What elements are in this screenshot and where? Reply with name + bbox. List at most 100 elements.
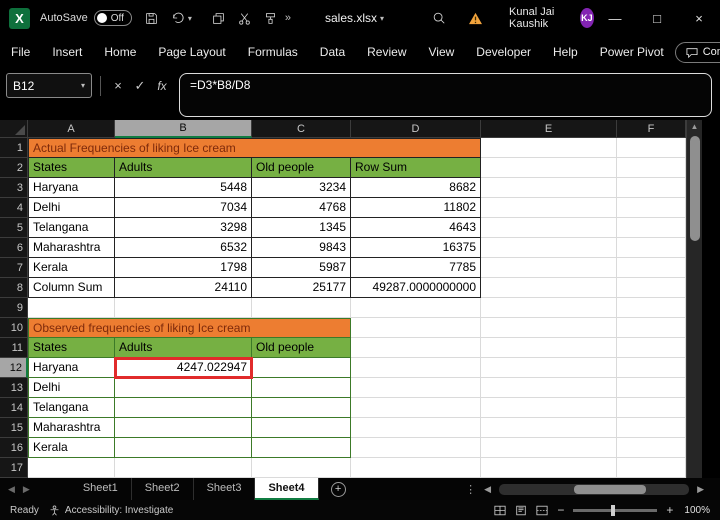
cell-E15[interactable] [481,418,617,438]
zoom-slider-thumb[interactable] [611,504,616,516]
menu-tab-view[interactable]: View [418,37,466,67]
cell-E14[interactable] [481,398,617,418]
cell-F16[interactable] [617,438,686,458]
menu-tab-page-layout[interactable]: Page Layout [147,37,236,67]
zoom-slider[interactable] [573,504,658,516]
menu-tab-developer[interactable]: Developer [465,37,542,67]
cell-E1[interactable] [481,138,617,158]
prev-sheet-icon[interactable]: ◀ [8,484,15,495]
cell-C12[interactable] [252,358,351,378]
cell-A2[interactable]: States [28,158,115,178]
cell-D10[interactable] [351,318,481,338]
cell-C9[interactable] [252,298,351,318]
row-header-5[interactable]: 5 [0,218,28,238]
row-header-15[interactable]: 15 [0,418,28,438]
row-header-12[interactable]: 12 [0,358,28,378]
cell-F6[interactable] [617,238,686,258]
new-sheet-button[interactable]: + [330,481,346,497]
cell-F14[interactable] [617,398,686,418]
copy-icon[interactable] [212,12,225,25]
cell-D8[interactable]: 49287.0000000000 [351,278,481,298]
cut-icon[interactable] [238,12,251,25]
sheet-tab-sheet3[interactable]: Sheet3 [194,478,256,500]
cell-C11[interactable]: Old people [252,338,351,358]
cell-B17[interactable] [115,458,252,478]
minimize-button[interactable]: — [594,0,636,36]
menu-tab-formulas[interactable]: Formulas [237,37,309,67]
column-header-D[interactable]: D [351,120,481,138]
cell-A1[interactable]: Actual Frequencies of liking Ice cream [28,138,481,158]
cell-A5[interactable]: Telangana [28,218,115,238]
zoom-level[interactable]: 100% [684,505,710,516]
cell-D17[interactable] [351,458,481,478]
cell-E2[interactable] [481,158,617,178]
search-icon[interactable] [432,11,446,25]
cell-E8[interactable] [481,278,617,298]
cell-D11[interactable] [351,338,481,358]
column-header-F[interactable]: F [617,120,686,138]
cell-D12[interactable] [351,358,481,378]
row-header-13[interactable]: 13 [0,378,28,398]
cell-D15[interactable] [351,418,481,438]
cell-F12[interactable] [617,358,686,378]
cell-E17[interactable] [481,458,617,478]
cell-E11[interactable] [481,338,617,358]
comments-button[interactable]: Comments [674,41,720,63]
warning-icon[interactable] [468,12,483,25]
cell-C6[interactable]: 9843 [252,238,351,258]
cell-F8[interactable] [617,278,686,298]
cell-F17[interactable] [617,458,686,478]
cell-E12[interactable] [481,358,617,378]
cancel-button[interactable]: × [107,73,129,98]
cell-A11[interactable]: States [28,338,115,358]
cell-A4[interactable]: Delhi [28,198,115,218]
cell-A15[interactable]: Maharashtra [28,418,115,438]
cell-C16[interactable] [252,438,351,458]
normal-view-icon[interactable] [494,505,506,516]
cell-C4[interactable]: 4768 [252,198,351,218]
cell-C8[interactable]: 25177 [252,278,351,298]
cell-A9[interactable] [28,298,115,318]
select-all-corner[interactable] [0,120,28,138]
save-icon[interactable] [145,12,158,25]
cell-E4[interactable] [481,198,617,218]
cell-A14[interactable]: Telangana [28,398,115,418]
cell-F11[interactable] [617,338,686,358]
column-header-E[interactable]: E [481,120,617,138]
cell-F10[interactable] [617,318,686,338]
cell-F9[interactable] [617,298,686,318]
cell-C2[interactable]: Old people [252,158,351,178]
cell-C17[interactable] [252,458,351,478]
cell-A3[interactable]: Haryana [28,178,115,198]
horizontal-scroll-thumb[interactable] [574,484,647,494]
menu-tab-data[interactable]: Data [309,37,356,67]
cell-B9[interactable] [115,298,252,318]
row-header-17[interactable]: 17 [0,458,28,478]
row-header-7[interactable]: 7 [0,258,28,278]
cell-A6[interactable]: Maharashtra [28,238,115,258]
cell-F3[interactable] [617,178,686,198]
formula-input[interactable]: =D3*B8/D8 [179,73,712,117]
cell-D6[interactable]: 16375 [351,238,481,258]
row-header-8[interactable]: 8 [0,278,28,298]
format-painter-icon[interactable] [264,12,277,25]
cell-D16[interactable] [351,438,481,458]
cell-B6[interactable]: 6532 [115,238,252,258]
cell-E6[interactable] [481,238,617,258]
cell-B12[interactable]: 4247.022947 [114,357,253,379]
cell-F5[interactable] [617,218,686,238]
cell-A10[interactable]: Observed frequencies of liking Ice cream [28,318,351,338]
scroll-up-icon[interactable]: ▲ [691,120,699,134]
cell-E3[interactable] [481,178,617,198]
cell-A16[interactable]: Kerala [28,438,115,458]
zoom-in-button[interactable]: + [666,503,673,517]
cell-D2[interactable]: Row Sum [351,158,481,178]
cell-C15[interactable] [252,418,351,438]
horizontal-scrollbar[interactable] [499,483,690,495]
cell-B14[interactable] [115,398,252,418]
undo-icon[interactable]: ▾ [171,12,192,24]
cell-A13[interactable]: Delhi [28,378,115,398]
menu-tab-help[interactable]: Help [542,37,589,67]
cell-B11[interactable]: Adults [115,338,252,358]
cell-E9[interactable] [481,298,617,318]
